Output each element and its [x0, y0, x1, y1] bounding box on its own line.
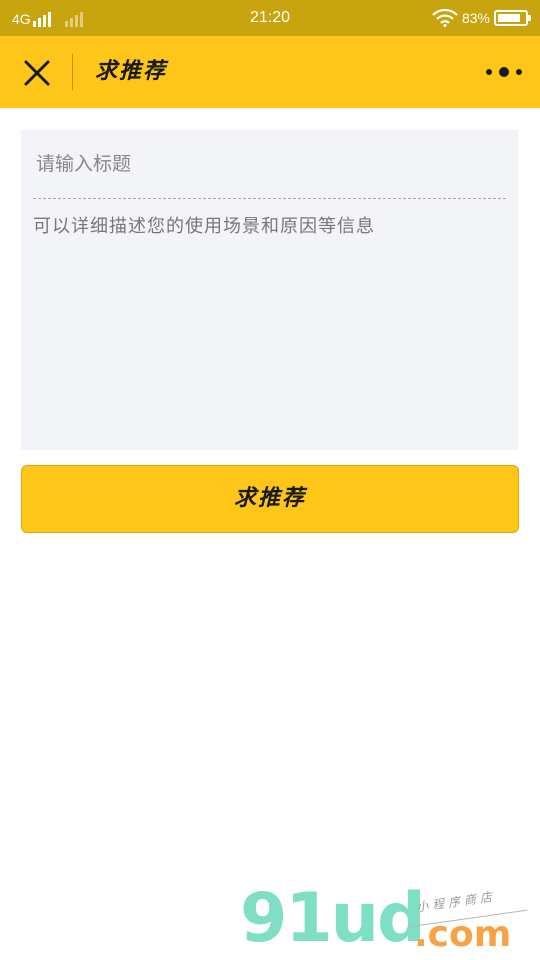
nav-divider [72, 54, 73, 90]
dot [486, 69, 492, 75]
nav-bar: 求推荐 [0, 36, 540, 108]
close-icon[interactable] [20, 54, 54, 90]
title-input[interactable] [21, 130, 518, 198]
divider [33, 198, 506, 199]
form-card [21, 130, 518, 450]
dot [516, 69, 522, 75]
watermark-logo: 91ud .com 小程序商店 [240, 881, 540, 960]
battery-icon [494, 10, 531, 26]
submit-button[interactable]: 求推荐 [21, 465, 519, 533]
page-title: 求推荐 [95, 59, 168, 84]
page: 4G 21:20 83% 求推荐 请输入标题 可以详细描述您的使用场景和原因等信… [0, 0, 540, 960]
watermark-logo-text: 91ud [240, 879, 426, 958]
description-textarea[interactable] [21, 208, 518, 444]
watermark-tagline: 小程序商店 [415, 889, 497, 915]
wifi-icon [432, 9, 458, 27]
more-dots-icon[interactable] [486, 62, 522, 82]
battery-fill [498, 14, 520, 22]
dot [499, 67, 509, 77]
battery-percent: 83% [461, 10, 490, 26]
status-right: 83% [432, 9, 531, 27]
status-bar: 4G 21:20 83% [0, 0, 540, 36]
